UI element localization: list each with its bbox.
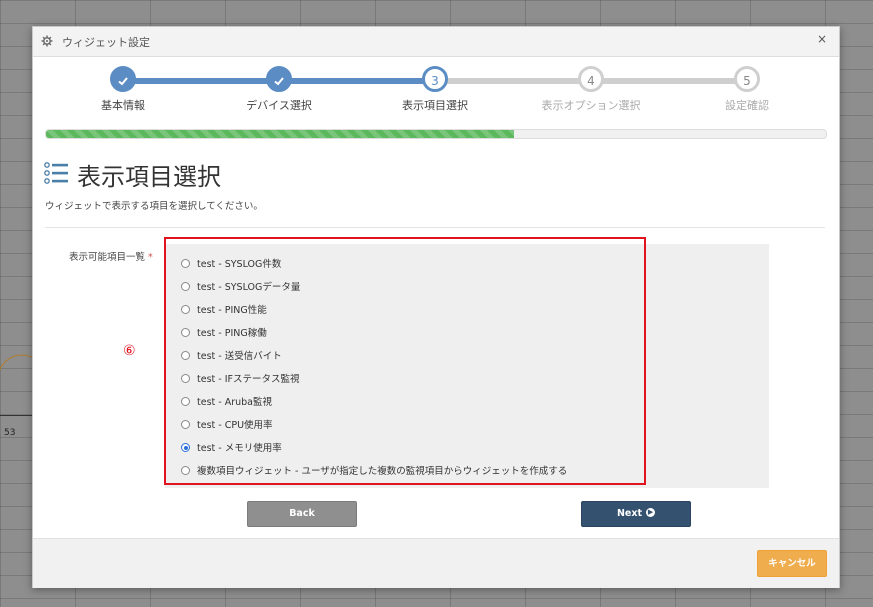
step-5-label: 設定確認: [725, 99, 769, 112]
step-2-circle[interactable]: [266, 66, 292, 92]
gear-icon: [41, 35, 53, 47]
progress-bar: [45, 129, 827, 139]
background-chart-axis: [0, 415, 34, 416]
widget-settings-dialog: ウィジェット設定 × 3 4 5 基本情報 デバイス選択 表示項目選択 表示オプ…: [32, 26, 840, 588]
check-icon: [274, 77, 284, 86]
page-title: 表示項目選択: [77, 163, 221, 191]
annotation-number: ⑥: [123, 343, 136, 359]
dialog-footer: [33, 538, 839, 588]
step-2-label: デバイス選択: [246, 99, 312, 112]
progress-bar-fill: [46, 130, 514, 138]
field-label-text: 表示可能項目一覧: [69, 252, 146, 263]
background-tick-label: 53: [4, 428, 16, 438]
step-5-circle: 5: [734, 66, 760, 92]
field-label: 表示可能項目一覧 *: [69, 249, 153, 263]
step-3-label: 表示項目選択: [402, 99, 468, 112]
annotation-highlight-box: [164, 237, 646, 485]
check-icon: [118, 77, 128, 86]
page-description: ウィジェットで表示する項目を選択してください。: [45, 201, 263, 212]
back-button[interactable]: Back: [247, 501, 357, 527]
list-icon: [44, 162, 68, 184]
next-button-label: Next: [616, 508, 643, 519]
step-1-label: 基本情報: [101, 99, 145, 112]
dialog-header: ウィジェット設定 ×: [33, 27, 839, 57]
close-icon[interactable]: ×: [817, 32, 827, 46]
step-3-circle: 3: [422, 66, 448, 92]
required-mark: *: [148, 252, 153, 263]
step-1-circle[interactable]: [110, 66, 136, 92]
step-4-label: 表示オプション選択: [541, 99, 641, 112]
divider: [45, 227, 825, 228]
arrow-right-circle-icon: ▶: [646, 508, 656, 517]
next-button[interactable]: Next ▶: [581, 501, 691, 527]
step-4-circle: 4: [578, 66, 604, 92]
cancel-button[interactable]: キャンセル: [757, 550, 827, 577]
dialog-title: ウィジェット設定: [62, 36, 150, 49]
